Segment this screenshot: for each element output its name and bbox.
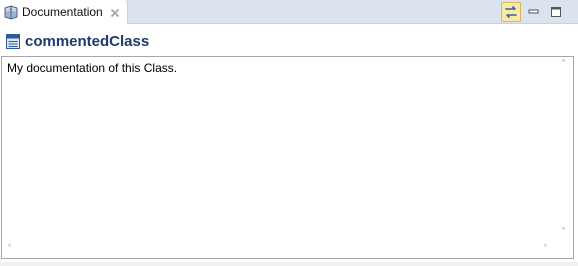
tab-documentation[interactable]: Documentation bbox=[0, 0, 128, 24]
close-icon[interactable] bbox=[109, 6, 121, 18]
scroll-right-icon[interactable]: ˃ bbox=[543, 245, 548, 255]
vertical-scrollbar[interactable]: ˄ ˅ bbox=[557, 57, 573, 242]
page-title: commentedClass bbox=[25, 33, 150, 50]
documentation-view: Documentation commentedClass My document… bbox=[0, 0, 578, 266]
scrollbar-corner bbox=[557, 242, 573, 258]
documentation-text[interactable]: My documentation of this Class. bbox=[7, 61, 177, 75]
minimize-button[interactable] bbox=[524, 2, 544, 22]
documentation-book-icon bbox=[3, 4, 19, 20]
scroll-up-icon[interactable]: ˄ bbox=[561, 60, 566, 70]
link-with-editor-button[interactable] bbox=[501, 2, 521, 22]
scroll-left-icon[interactable]: ˂ bbox=[7, 245, 12, 255]
view-bottom-border bbox=[0, 262, 578, 266]
class-icon bbox=[6, 34, 20, 49]
scroll-down-icon[interactable]: ˅ bbox=[561, 228, 566, 238]
tab-label: Documentation bbox=[22, 5, 103, 19]
maximize-button[interactable] bbox=[546, 2, 566, 22]
element-header: commentedClass bbox=[0, 28, 578, 54]
horizontal-scrollbar[interactable]: ˂ ˃ bbox=[2, 242, 557, 258]
view-tab-bar: Documentation bbox=[0, 0, 578, 24]
documentation-editor[interactable]: My documentation of this Class. ˄ ˅ ˂ ˃ bbox=[1, 56, 574, 259]
